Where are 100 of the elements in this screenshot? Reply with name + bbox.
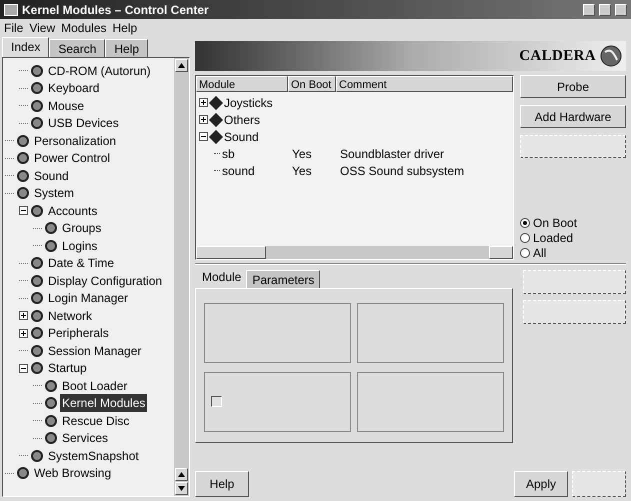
radio-button[interactable]: [520, 232, 530, 242]
tab[interactable]: Index: [2, 37, 50, 57]
tree-node-icon: [31, 274, 43, 287]
tree-item[interactable]: Groups: [60, 219, 104, 238]
tree-item[interactable]: Network: [46, 306, 94, 325]
push-button[interactable]: Add Hardware: [520, 105, 626, 128]
tree-item[interactable]: Peripherals: [46, 324, 111, 342]
collapse-icon[interactable]: [19, 206, 28, 216]
tree-item[interactable]: Personalization: [32, 132, 118, 150]
tree-item[interactable]: Rescue Disc: [60, 412, 132, 430]
column-header[interactable]: Module: [196, 76, 288, 92]
category-icon: [208, 95, 224, 110]
expand-icon[interactable]: [199, 98, 208, 107]
tree-item[interactable]: Power Control: [32, 149, 112, 168]
tree-item[interactable]: System: [32, 184, 76, 202]
tab[interactable]: Search: [49, 39, 106, 57]
column-header[interactable]: On Boot: [288, 76, 336, 92]
scrollbar[interactable]: [174, 58, 189, 496]
tree-node-icon: [17, 187, 29, 200]
tree-node-icon: [45, 240, 57, 252]
tab[interactable]: Module: [197, 268, 246, 288]
maximize-icon[interactable]: [615, 4, 627, 16]
tree-node-icon: [17, 467, 29, 480]
tree-item[interactable]: Mouse: [46, 96, 86, 115]
radio-button[interactable]: [520, 248, 530, 258]
tree-item[interactable]: Boot Loader: [60, 376, 130, 395]
column-header[interactable]: Comment: [336, 76, 513, 92]
tree-item[interactable]: Keyboard: [46, 79, 102, 98]
tree-node-icon: [45, 222, 57, 234]
tree-node-icon: [31, 204, 43, 217]
tree-item[interactable]: Joysticks: [224, 94, 273, 112]
menu-item[interactable]: Help: [112, 19, 138, 37]
tree-node-icon: [31, 117, 43, 130]
globe-icon: [600, 45, 622, 67]
push-button[interactable]: Apply: [514, 471, 568, 497]
tree-node-icon: [17, 152, 29, 164]
tree-item[interactable]: Others: [224, 110, 260, 128]
expand-icon[interactable]: [19, 311, 28, 320]
tree-node-icon: [31, 344, 43, 357]
tree-node-icon: [31, 64, 43, 77]
tree-item[interactable]: Display Configuration: [46, 272, 164, 290]
minimize-icon[interactable]: [599, 4, 611, 16]
tree-node-icon: [17, 134, 29, 147]
table-cell-text: Soundblaster driver: [339, 146, 444, 162]
tree-node-icon: [31, 362, 43, 374]
table-cell-text: sb: [222, 146, 235, 162]
expand-icon[interactable]: [199, 115, 208, 124]
help-icon[interactable]: [583, 4, 595, 16]
table-cell-text: Yes: [291, 162, 313, 180]
scroll-up-icon[interactable]: [175, 59, 188, 72]
table-cell-text: Yes: [291, 146, 313, 162]
expand-icon[interactable]: [19, 328, 28, 338]
push-button[interactable]: Probe: [520, 75, 626, 98]
tree-item[interactable]: Sound: [32, 166, 71, 185]
tab[interactable]: Help: [105, 39, 148, 57]
scroll-down-icon[interactable]: [175, 482, 188, 495]
tree-item[interactable]: Date & Time: [46, 254, 116, 272]
tree-node-icon: [45, 414, 57, 427]
tree-item[interactable]: Startup: [46, 359, 89, 378]
tree-item[interactable]: SystemSnapshot: [46, 446, 141, 465]
tree-node-icon: [45, 397, 57, 410]
tree-node-icon: [31, 327, 43, 340]
scroll-up-icon[interactable]: [175, 468, 188, 481]
tree-item[interactable]: CD-ROM (Autorun): [46, 62, 153, 80]
tree-item[interactable]: Login Manager: [46, 289, 130, 308]
tree-item[interactable]: Web Browsing: [32, 464, 114, 482]
checkbox[interactable]: [211, 396, 222, 407]
tab[interactable]: Parameters: [246, 270, 320, 288]
logo-text: CALDERA: [519, 46, 596, 66]
tree-item[interactable]: Accounts: [46, 202, 100, 220]
tree-node-icon: [31, 310, 43, 322]
tree-node-icon: [31, 82, 43, 94]
window-title: Kernel Modules – Control Center: [22, 2, 209, 18]
tree-item[interactable]: Logins: [60, 236, 100, 255]
tree-item[interactable]: Kernel Modules: [60, 394, 148, 412]
menu-item[interactable]: View: [29, 19, 56, 37]
push-button[interactable]: Help: [195, 471, 249, 497]
tree-node-icon: [31, 257, 43, 270]
tree-item[interactable]: Services: [60, 429, 110, 448]
horizontal-scrollbar[interactable]: [196, 246, 513, 259]
radio-button[interactable]: [520, 218, 530, 228]
menu-item[interactable]: Modules: [61, 19, 106, 37]
tree-node-icon: [45, 432, 57, 444]
tree-node-icon: [31, 292, 43, 304]
app-icon: [4, 4, 18, 16]
table-cell-text: sound: [222, 162, 255, 180]
radio-label: Loaded: [533, 230, 574, 246]
collapse-icon[interactable]: [19, 364, 28, 373]
menu-item[interactable]: File: [4, 19, 24, 37]
tree-node-icon: [45, 380, 57, 392]
tree-item[interactable]: USB Devices: [46, 114, 121, 132]
radio-label: On Boot: [533, 214, 578, 232]
tree-node-icon: [31, 100, 43, 112]
tree-item[interactable]: Sound: [224, 128, 259, 146]
radio-label: All: [533, 244, 546, 262]
tree-node-icon: [17, 170, 29, 182]
tree-item[interactable]: Session Manager: [46, 342, 144, 360]
collapse-icon[interactable]: [199, 132, 208, 141]
tree-node-icon: [31, 450, 43, 462]
table-cell-text: OSS Sound subsystem: [339, 162, 464, 180]
